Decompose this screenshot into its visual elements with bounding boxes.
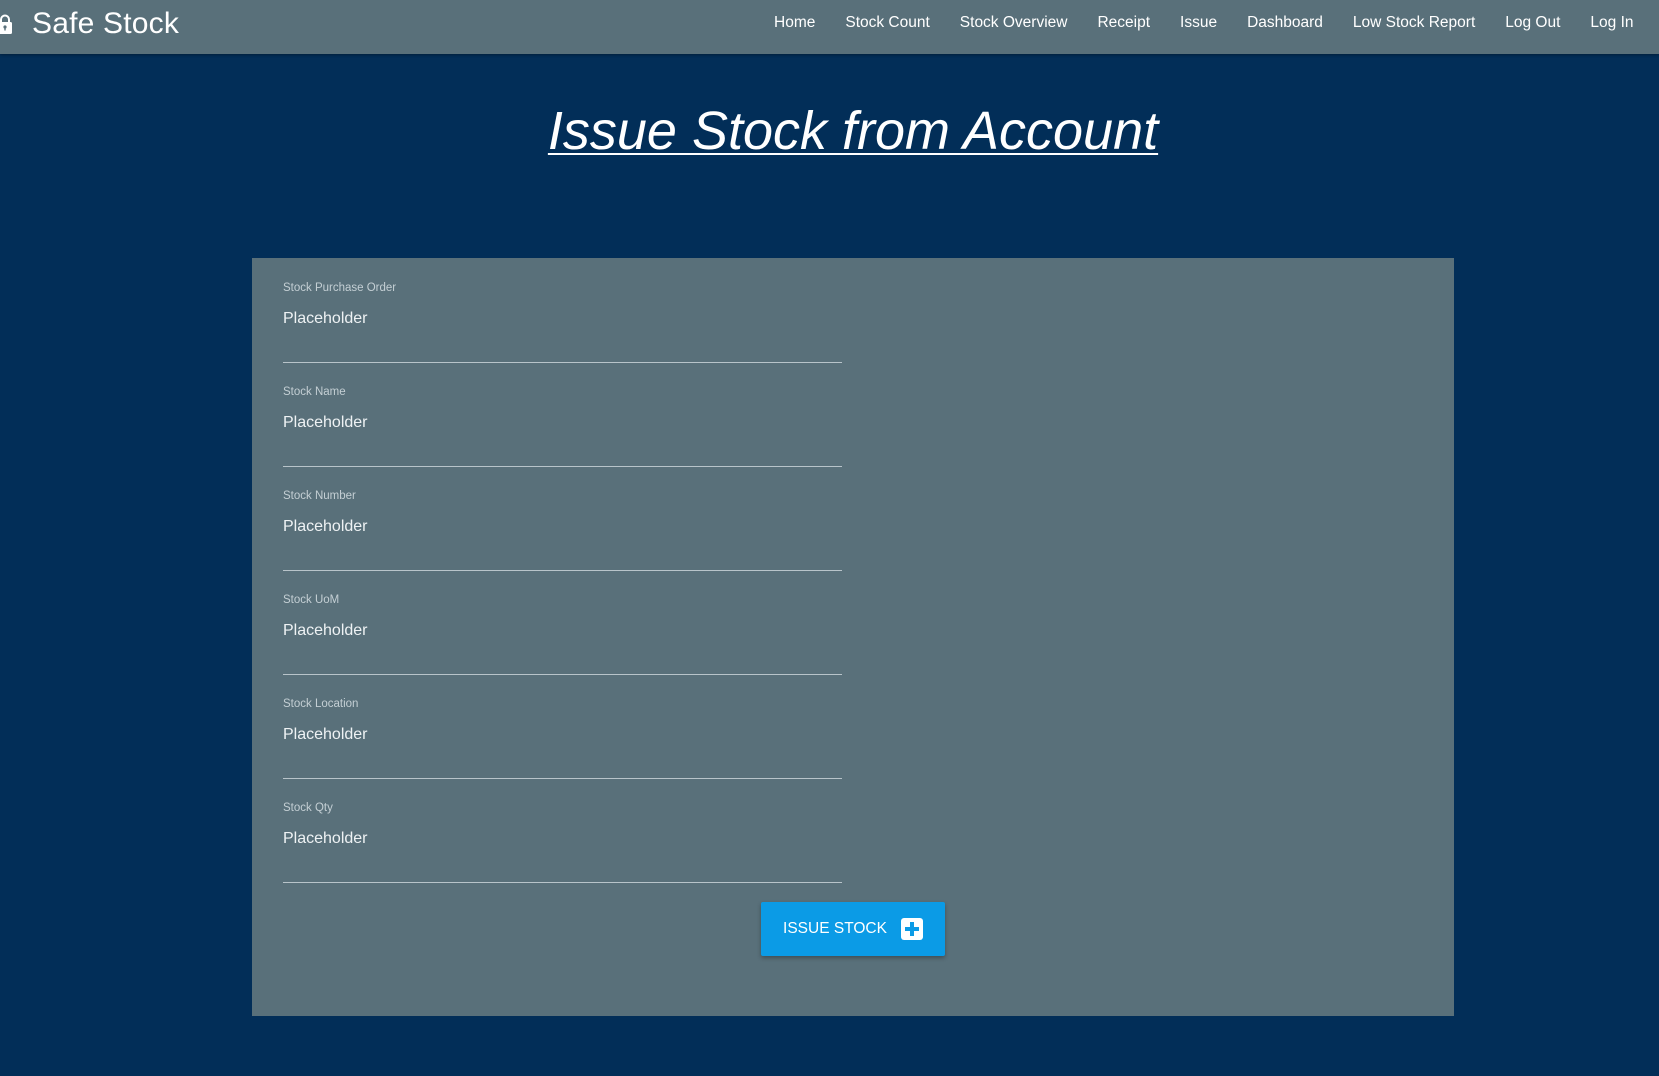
field-stock-number: Stock Number <box>283 490 842 572</box>
stock-location-input[interactable] <box>283 720 842 750</box>
brand[interactable]: Safe Stock <box>0 0 179 48</box>
brand-title: Safe Stock <box>32 7 180 40</box>
field-underline <box>283 570 842 571</box>
stock-uom-input[interactable] <box>283 616 842 646</box>
field-underline <box>283 778 842 779</box>
issue-stock-button[interactable]: ISSUE STOCK <box>761 902 945 956</box>
nav-receipt[interactable]: Receipt <box>1097 14 1150 32</box>
field-label: Stock Qty <box>283 802 333 814</box>
stock-number-input[interactable] <box>283 512 842 542</box>
field-label: Stock Number <box>283 490 356 502</box>
page-title: Issue Stock from Account <box>547 101 1159 161</box>
field-underline <box>283 674 842 675</box>
lock-icon <box>0 11 16 37</box>
field-underline <box>283 362 842 363</box>
issue-stock-form: Stock Purchase Order Stock Name Stock Nu… <box>252 258 1454 1016</box>
nav-low-stock-report[interactable]: Low Stock Report <box>1353 14 1475 32</box>
stock-purchase-order-input[interactable] <box>283 304 842 334</box>
field-stock-qty: Stock Qty <box>283 802 842 884</box>
navbar: Safe Stock Home Stock Count Stock Overvi… <box>0 0 1659 54</box>
nav-stock-count[interactable]: Stock Count <box>845 14 929 32</box>
nav-log-out[interactable]: Log Out <box>1505 14 1560 32</box>
field-stock-uom: Stock UoM <box>283 594 842 676</box>
field-underline <box>283 466 842 467</box>
field-underline <box>283 882 842 883</box>
stock-name-input[interactable] <box>283 408 842 438</box>
issue-stock-label: ISSUE STOCK <box>783 920 887 937</box>
field-stock-location: Stock Location <box>283 698 842 780</box>
plus-box-icon <box>900 918 923 940</box>
main-nav: Home Stock Count Stock Overview Receipt … <box>774 0 1659 46</box>
stock-qty-input[interactable] <box>283 824 842 854</box>
nav-home[interactable]: Home <box>774 14 815 32</box>
nav-dashboard[interactable]: Dashboard <box>1247 14 1323 32</box>
field-label: Stock Name <box>283 386 346 398</box>
field-label: Stock Purchase Order <box>283 282 397 294</box>
nav-stock-overview[interactable]: Stock Overview <box>960 14 1068 32</box>
field-label: Stock Location <box>283 698 359 710</box>
nav-issue[interactable]: Issue <box>1180 14 1217 32</box>
field-label: Stock UoM <box>283 594 340 606</box>
nav-log-in[interactable]: Log In <box>1590 14 1633 32</box>
field-stock-purchase-order: Stock Purchase Order <box>283 282 842 364</box>
field-stock-name: Stock Name <box>283 386 842 468</box>
